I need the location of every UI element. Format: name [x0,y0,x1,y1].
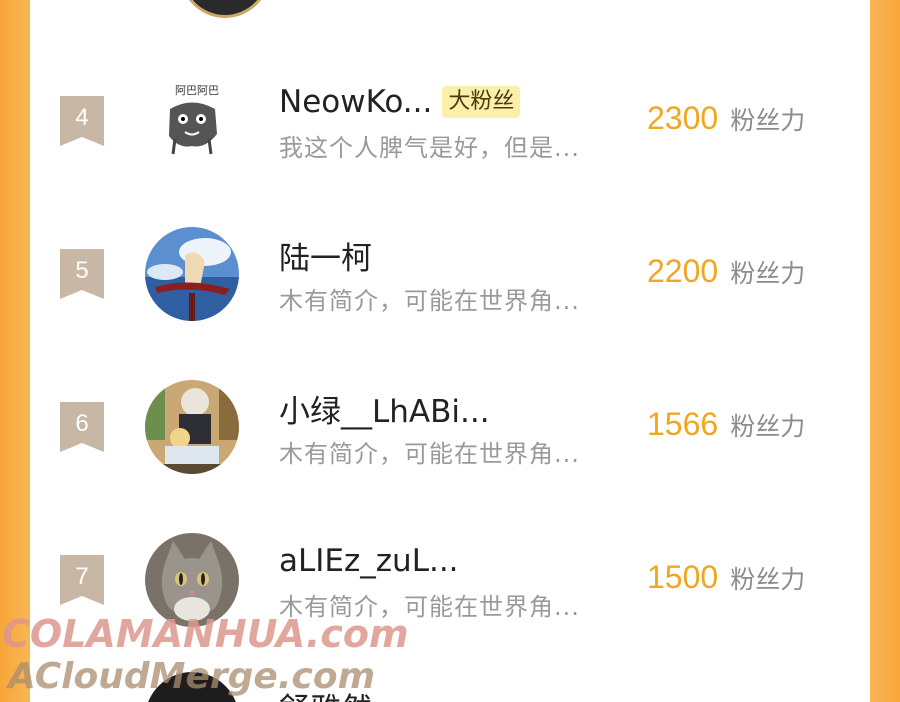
rank-badge: 7 [60,555,104,605]
anime-sky-avatar-icon[interactable] [145,227,239,321]
fan-power-unit: 粉丝力 [730,106,806,135]
fan-power-score: 1566 [647,406,719,442]
big-fan-badge: 大粉丝 [442,86,521,118]
svg-text:阿巴阿巴: 阿巴阿巴 [175,84,219,97]
watermark-line-1: COLAMANHUA.com [2,612,409,656]
rank-badge: 4 [60,96,104,146]
rank-badge: 6 [60,402,104,452]
fan-power-score: 1500 [647,559,719,595]
fan-ranking-panel: 4 阿巴阿巴 NeowKo... 大粉丝 我这个人脾气是好，但是... 2300… [30,0,870,702]
fan-power: 2200 粉丝力 [647,253,805,290]
fan-name[interactable]: NeowKo... [279,84,432,120]
fan-row-4[interactable]: 4 阿巴阿巴 NeowKo... 大粉丝 我这个人脾气是好，但是... 2300… [30,70,870,223]
watermark-line-2: ACloudMerge.com [8,656,376,697]
fan-name[interactable]: 陆一柯 [279,233,372,278]
fan-name[interactable]: 小绿__LhABi... [279,386,490,431]
anime-room-avatar-icon[interactable] [145,380,239,474]
fan-power-score: 2200 [647,253,719,289]
fan-row-6[interactable]: 6 小绿__LhABi... 木有简介，可能在世界角... 1566 粉丝力 [30,376,870,529]
fan-power-score: 2300 [647,100,719,136]
fan-name[interactable]: aLIEz_zuL... [279,543,459,579]
fan-power: 2300 粉丝力 [647,100,805,137]
fan-bio: 木有简介，可能在世界角... [279,287,580,315]
previous-avatar[interactable] [180,0,270,18]
manga-character-sketch-avatar-icon[interactable]: 阿巴阿巴 [145,74,239,168]
fan-bio: 木有简介，可能在世界角... [279,440,580,468]
fan-row-5[interactable]: 5 陆一柯 木有简介，可能在世界角... 2200 粉丝力 [30,223,870,376]
fan-power: 1500 粉丝力 [647,559,805,596]
fan-power-unit: 粉丝力 [730,412,806,441]
fan-power-unit: 粉丝力 [730,259,806,288]
fan-power-unit: 粉丝力 [730,565,806,594]
fan-power: 1566 粉丝力 [647,406,805,443]
rank-badge: 5 [60,249,104,299]
fan-bio: 我这个人脾气是好，但是... [279,134,580,162]
site-watermark: COLAMANHUA.com ACloudMerge.com [0,610,460,702]
